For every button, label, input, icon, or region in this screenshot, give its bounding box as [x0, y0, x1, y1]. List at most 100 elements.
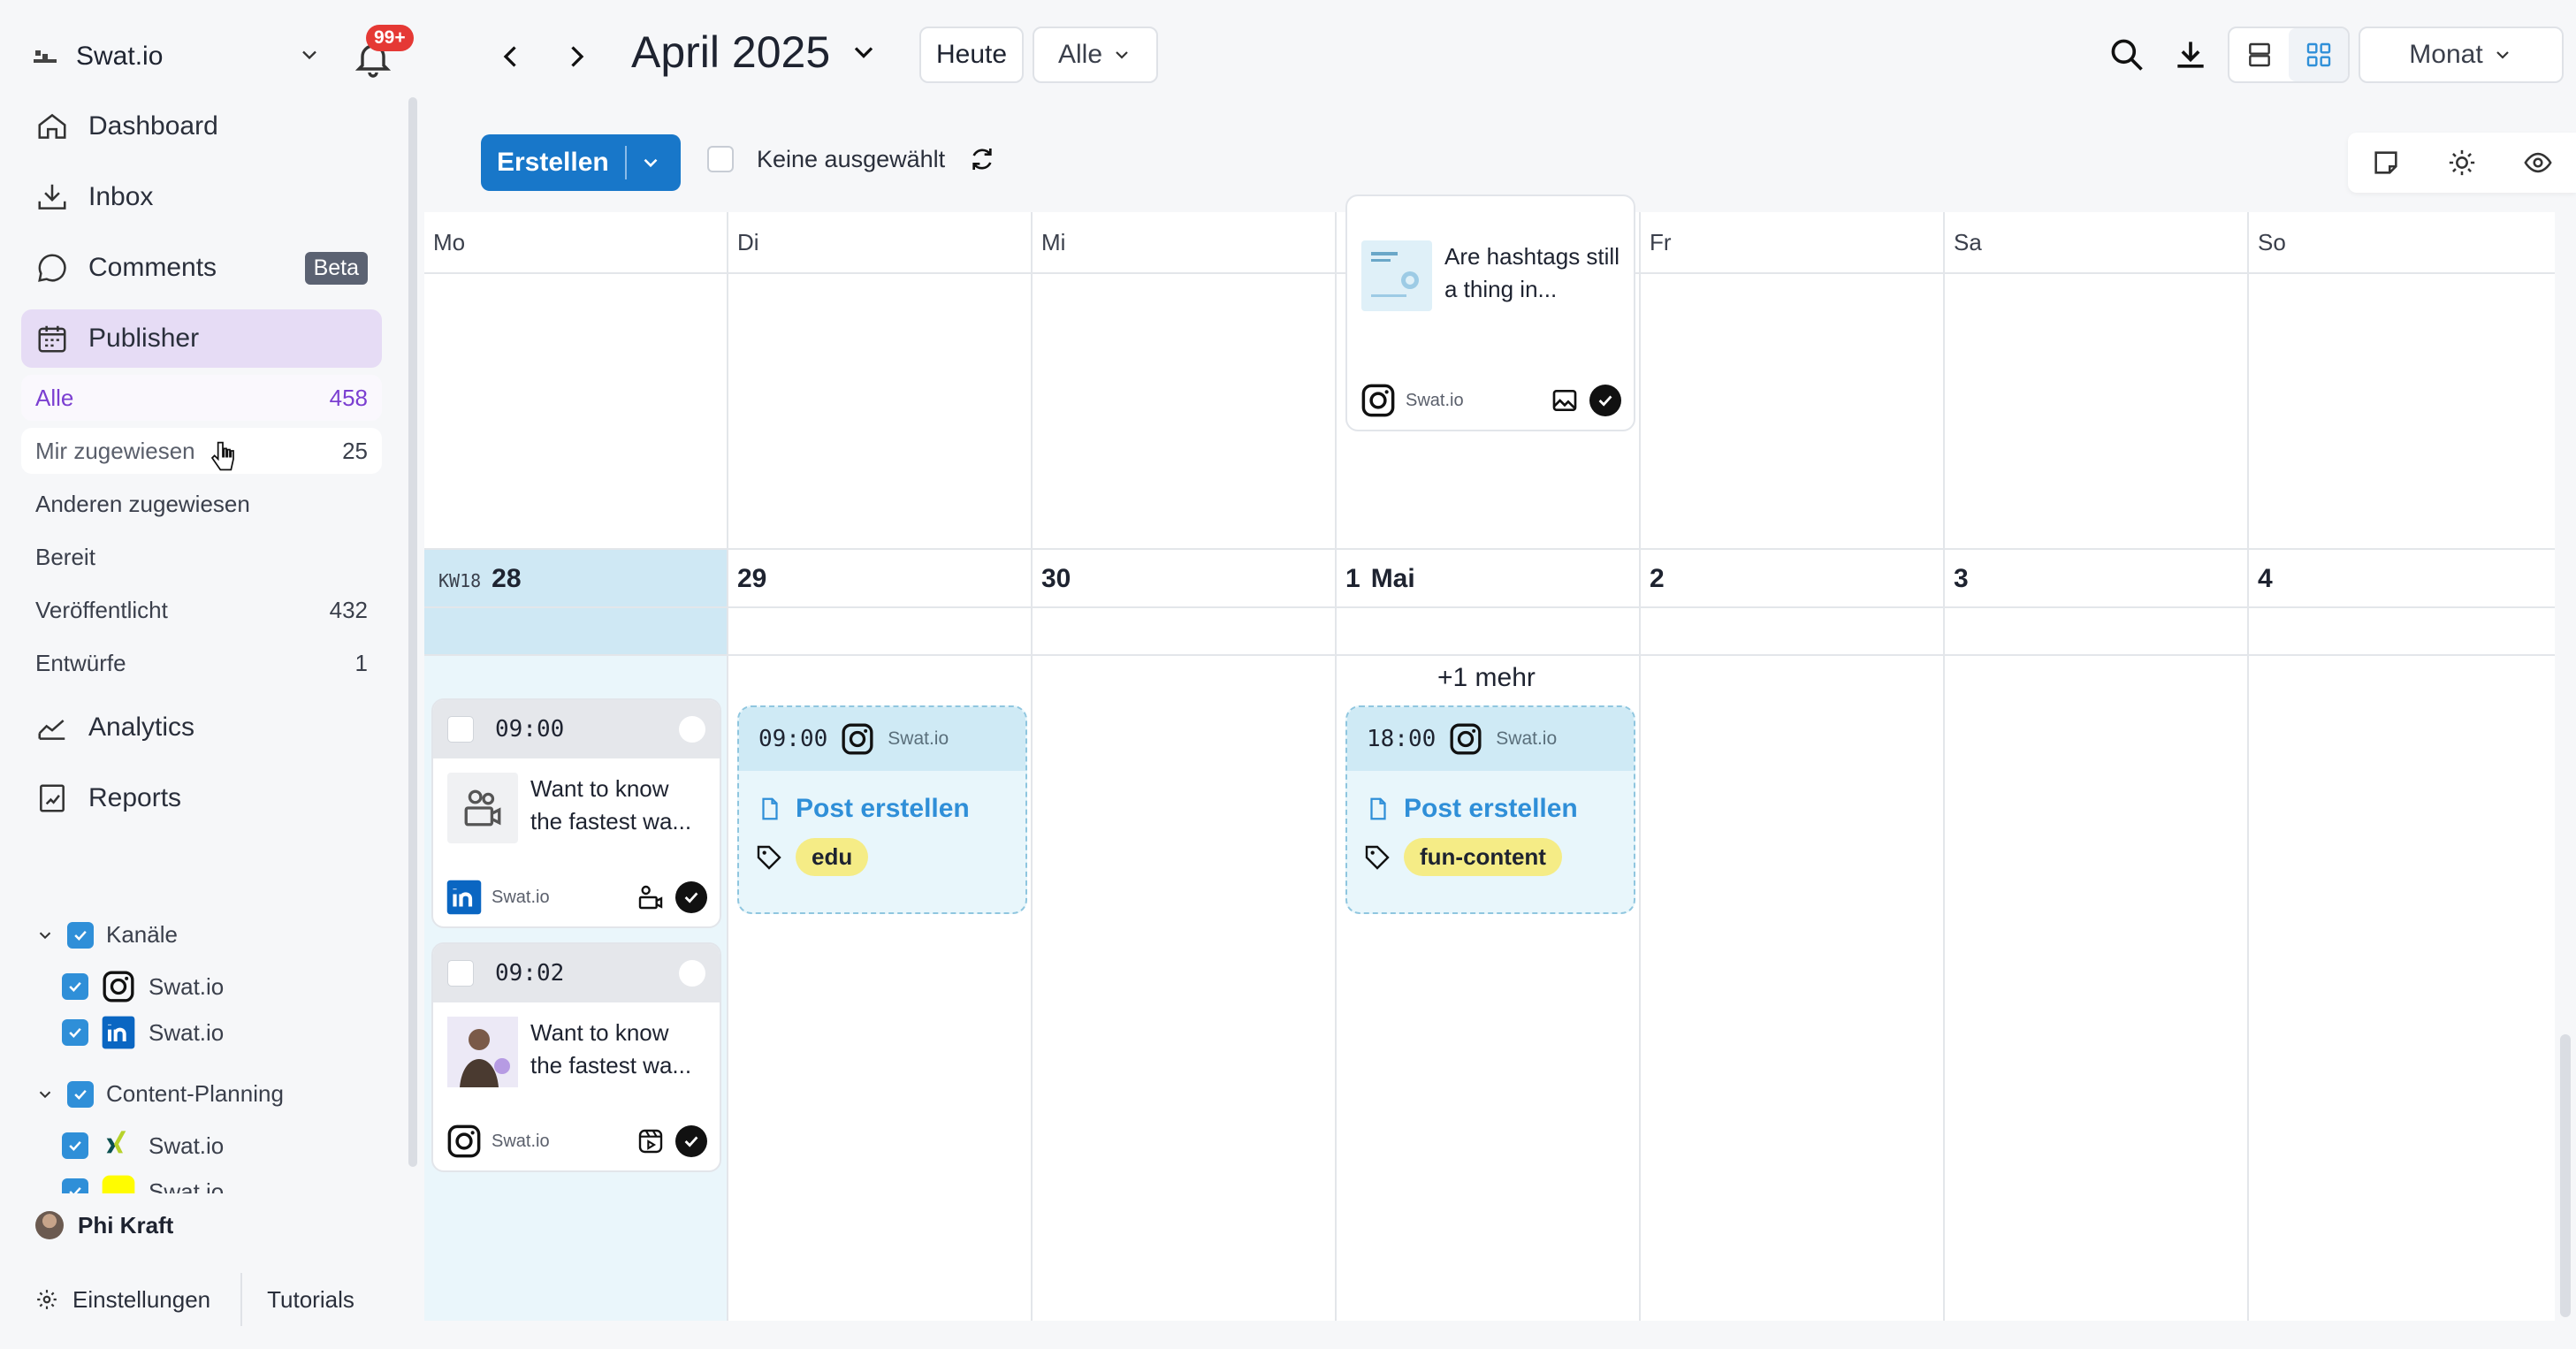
planned-post-card[interactable]: 18:00 Swat.io Post erstellen fun-content [1345, 705, 1635, 914]
post-header: 09:00 [433, 700, 720, 758]
tree-channel-linkedin[interactable]: Swat.io [62, 1015, 224, 1050]
post-card[interactable]: Are hashtags still a thing in... Swat.io [1345, 194, 1635, 431]
tag-chip[interactable]: fun-content [1404, 838, 1562, 876]
post-checkbox[interactable] [447, 960, 474, 987]
home-icon [38, 113, 66, 139]
filter-count: 432 [329, 596, 368, 623]
filter-label: Mir zugewiesen [35, 437, 195, 464]
filter-ready[interactable]: Bereit [21, 534, 382, 580]
chevron-left-icon[interactable] [495, 41, 527, 72]
user-profile[interactable]: Phi Kraft [35, 1211, 173, 1239]
beta-badge: Beta [304, 251, 368, 285]
workspace-switcher[interactable]: Swat.io [32, 35, 316, 78]
chevron-right-icon[interactable] [560, 41, 592, 72]
eye-icon[interactable] [2523, 148, 2553, 178]
button-label: Alle [1057, 40, 1103, 69]
tree-planning-xing[interactable]: Swat.io [62, 1128, 224, 1163]
area-chart-icon [38, 720, 65, 740]
tutorials-link[interactable]: Tutorials [267, 1286, 354, 1314]
filter-drafts[interactable]: Entwürfe 1 [21, 640, 382, 686]
grid-line [727, 212, 728, 1321]
month-picker[interactable]: April 2025 [631, 27, 880, 78]
list-view-button[interactable] [2229, 28, 2289, 81]
filter-assigned-to-me[interactable]: Mir zugewiesen 25 [21, 428, 382, 474]
refresh-icon[interactable] [968, 145, 996, 173]
approved-check-icon [675, 1125, 707, 1157]
filter-all[interactable]: Alle 458 [21, 375, 382, 421]
calendar-scrollbar[interactable] [2560, 1034, 2571, 1317]
post-text: Are hashtags still a thing in... [1444, 243, 1620, 302]
tree-content-planning[interactable]: Content-Planning [35, 1080, 284, 1108]
tree-clip: Swat.io [53, 1170, 389, 1193]
filter-dropdown[interactable]: Alle [1033, 27, 1158, 83]
tree-channel-instagram[interactable]: Swat.io [62, 969, 224, 1004]
checkbox-checked[interactable] [62, 1019, 88, 1046]
post-card[interactable]: 09:02 Want to know the fastest wa... Swa… [431, 942, 721, 1172]
tree-label: Swat.io [149, 972, 225, 1000]
nav-label: Publisher [88, 324, 200, 353]
nav-inbox[interactable]: Inbox [21, 168, 382, 226]
instagram-icon [1361, 384, 1395, 417]
grid-line [2247, 212, 2249, 1321]
date-number: 3 [1954, 564, 1969, 593]
date-cell-label: KW18 28 [438, 564, 522, 594]
grid-line [424, 654, 2555, 656]
post-card[interactable]: 09:00 Want to know the fastest wa... Swa… [431, 698, 721, 928]
post-checkbox[interactable] [447, 716, 474, 743]
post-header: 09:02 [433, 944, 720, 1002]
checkbox-checked[interactable] [62, 1132, 88, 1159]
instagram-icon [1450, 723, 1482, 755]
filter-label: Veröffentlicht [35, 596, 168, 623]
tag-chip[interactable]: edu [796, 838, 869, 876]
sidebar: Swat.io 99+ Dashboard Inbox Comments Bet… [0, 0, 423, 1349]
check-icon [74, 930, 87, 941]
grid-line [1335, 212, 1337, 1321]
filter-count: 25 [342, 437, 368, 464]
settings-link[interactable]: Einstellungen [72, 1286, 210, 1314]
weekday-fr: Fr [1650, 228, 1672, 255]
post-thumbnail [447, 773, 518, 843]
approved-check-icon [1589, 385, 1621, 416]
checkbox-checked[interactable] [67, 1080, 94, 1108]
plan-title: Post erstellen [1404, 794, 1578, 823]
note-icon[interactable] [2371, 148, 2401, 178]
nav-analytics[interactable]: Analytics [21, 698, 382, 757]
planned-post-card[interactable]: 09:00 Swat.io Post erstellen edu [737, 705, 1027, 914]
download-icon[interactable] [2171, 35, 2210, 74]
checkbox-checked[interactable] [62, 1178, 88, 1193]
reel-icon [638, 1129, 663, 1154]
tree-channels[interactable]: Kanäle [35, 921, 178, 949]
create-post-link[interactable]: Post erstellen [1347, 771, 1634, 824]
sun-icon[interactable] [2447, 148, 2477, 178]
instagram-icon [447, 1124, 481, 1158]
grid-view-button[interactable] [2289, 28, 2348, 81]
chevron-down-icon [39, 1091, 51, 1098]
calendar-grid: Mo Di Mi Do Fr Sa So Are hashtags still … [424, 194, 2555, 1321]
filter-published[interactable]: Veröffentlicht 432 [21, 587, 382, 633]
view-mode-dropdown[interactable]: Monat [2359, 27, 2564, 83]
nav-reports[interactable]: Reports [21, 769, 382, 827]
nav-comments[interactable]: Comments Beta [21, 239, 382, 297]
more-posts-link[interactable]: +1 mehr [1437, 663, 1536, 693]
filter-assigned-to-others[interactable]: Anderen zugewiesen [21, 481, 382, 527]
chevron-down-icon [2496, 51, 2509, 59]
tag-icon [1365, 845, 1390, 870]
tree-planning-snapchat[interactable]: Swat.io [62, 1174, 224, 1193]
filter-count: 1 [354, 649, 368, 676]
nav-dashboard[interactable]: Dashboard [21, 97, 382, 156]
nav-publisher[interactable]: Publisher [21, 309, 382, 368]
search-icon[interactable] [2107, 35, 2146, 74]
create-post-link[interactable]: Post erstellen [739, 771, 1025, 824]
select-all-checkbox[interactable] [707, 146, 734, 172]
today-button[interactable]: Heute [919, 27, 1024, 83]
post-time: 09:00 [495, 716, 565, 743]
sidebar-scrollbar[interactable] [408, 97, 417, 1167]
checkbox-checked[interactable] [67, 921, 94, 949]
chevron-down-icon[interactable] [639, 151, 662, 174]
create-button[interactable]: Erstellen [481, 134, 681, 191]
plan-header: 18:00 Swat.io [1347, 707, 1634, 771]
post-time: 09:02 [495, 960, 565, 987]
checkbox-checked[interactable] [62, 973, 88, 1000]
tree-label: Swat.io [149, 1132, 225, 1159]
nav-label: Analytics [88, 713, 195, 742]
